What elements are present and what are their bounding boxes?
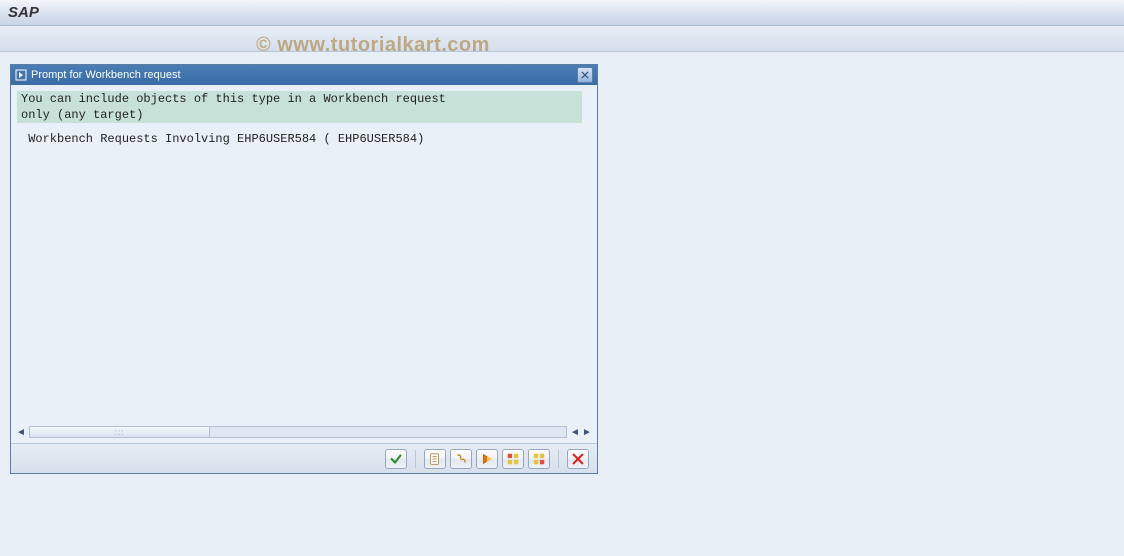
cancel-button[interactable] bbox=[567, 449, 589, 469]
ok-button[interactable] bbox=[385, 449, 407, 469]
app-title: SAP bbox=[8, 4, 39, 21]
notice-line-2: only (any target) bbox=[17, 107, 582, 123]
workbench-request-dialog: Prompt for Workbench request You can inc… bbox=[10, 64, 598, 474]
scroll-right-button-1[interactable]: ◄ bbox=[569, 426, 581, 438]
separator-1 bbox=[415, 450, 416, 468]
grid-2-button[interactable] bbox=[528, 449, 550, 469]
content-area: Prompt for Workbench request You can inc… bbox=[0, 52, 1124, 556]
dialog-titlebar: Prompt for Workbench request bbox=[11, 65, 597, 85]
h-scrollbar: ◄ ::: ◄ ► bbox=[11, 425, 597, 443]
dialog-icon bbox=[15, 69, 27, 81]
tree-button[interactable] bbox=[450, 449, 472, 469]
toolbar-band bbox=[0, 26, 1124, 52]
dialog-body: You can include objects of this type in … bbox=[11, 85, 597, 425]
notice-line-1: You can include objects of this type in … bbox=[17, 91, 582, 107]
requests-line: Workbench Requests Involving EHP6USER584… bbox=[17, 131, 591, 147]
scroll-left-button[interactable]: ◄ bbox=[15, 426, 27, 438]
dialog-title: Prompt for Workbench request bbox=[31, 69, 577, 81]
execute-button[interactable] bbox=[476, 449, 498, 469]
own-requests-button[interactable] bbox=[424, 449, 446, 469]
app-titlebar: SAP bbox=[0, 0, 1124, 26]
grid-1-button[interactable] bbox=[502, 449, 524, 469]
separator-2 bbox=[558, 450, 559, 468]
dialog-close-button[interactable] bbox=[577, 67, 593, 83]
dialog-footer bbox=[11, 443, 597, 473]
scroll-track[interactable]: ::: bbox=[29, 426, 567, 438]
scroll-thumb[interactable]: ::: bbox=[30, 427, 210, 437]
scroll-right-button-2[interactable]: ► bbox=[581, 426, 593, 438]
